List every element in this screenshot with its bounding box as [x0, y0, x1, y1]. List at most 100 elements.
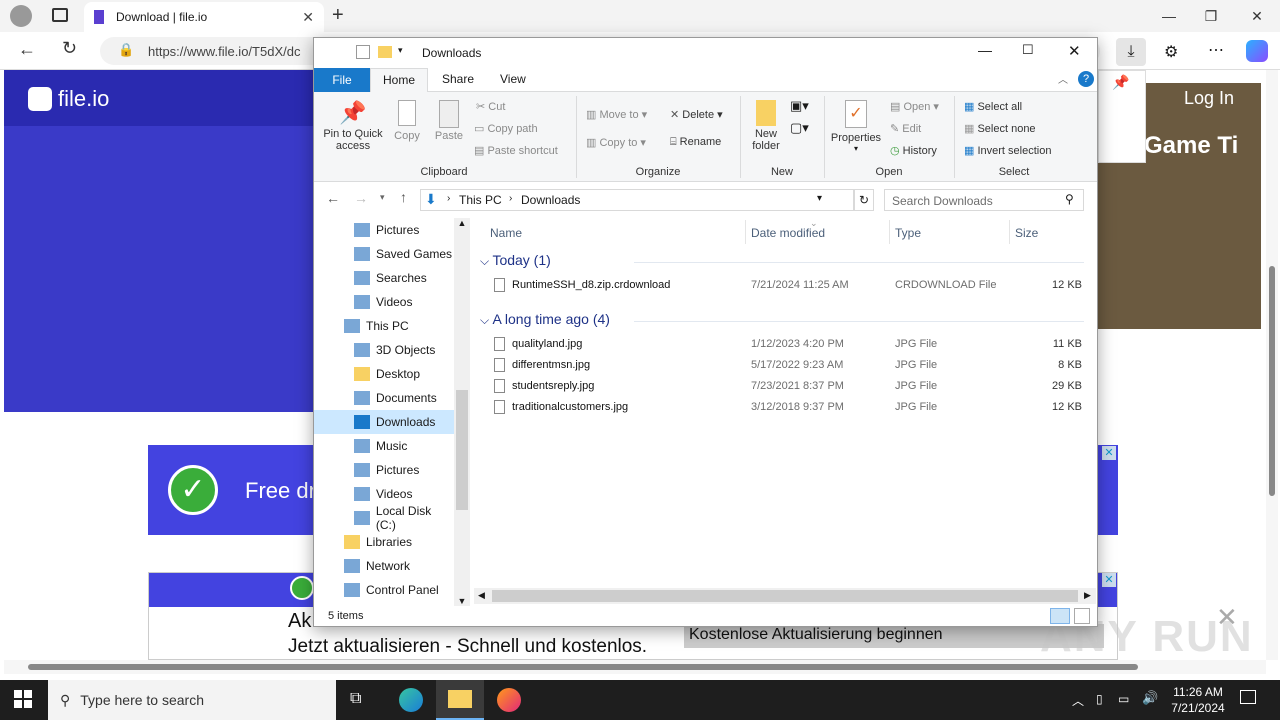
copy-path-button[interactable]: ▭ Copy path: [474, 122, 538, 135]
nav-back-icon[interactable]: ←: [326, 190, 340, 206]
copilot-icon[interactable]: [1246, 40, 1268, 62]
edit-button[interactable]: ✎ Edit: [890, 122, 921, 135]
file-explorer-taskbar-icon[interactable]: [436, 680, 484, 720]
easy-access-icon[interactable]: ▢▾: [790, 120, 809, 136]
nav-item[interactable]: Videos: [314, 482, 454, 506]
select-none-button[interactable]: ▦ Select none: [964, 122, 1036, 135]
breadcrumb-downloads[interactable]: Downloads: [521, 193, 580, 207]
search-box[interactable]: Search Downloads ⚲: [884, 189, 1084, 211]
move-to-button[interactable]: ▥ Move to ▾: [586, 108, 647, 121]
login-link[interactable]: Log In: [1184, 88, 1234, 109]
open-button[interactable]: ▤ Open ▾: [890, 100, 939, 113]
paste-button[interactable]: Paste: [430, 100, 468, 142]
copy-button[interactable]: Copy: [390, 100, 424, 142]
nav-item[interactable]: Searches: [314, 266, 454, 290]
group-header[interactable]: ⌵ Today (1): [480, 252, 551, 269]
paste-shortcut-button[interactable]: ▤ Paste shortcut: [474, 144, 558, 157]
new-tab-button[interactable]: +: [332, 4, 344, 27]
downloads-icon[interactable]: ⤓: [1116, 38, 1146, 66]
address-path-box[interactable]: ⬇ › This PC › Downloads ▾: [420, 189, 854, 211]
new-item-icon[interactable]: ▣▾: [790, 98, 809, 114]
tab-share[interactable]: Share: [442, 72, 474, 86]
page-vscroll[interactable]: [1266, 70, 1278, 660]
page-hscroll-thumb[interactable]: [28, 664, 1138, 670]
file-hscroll[interactable]: ◀ ▶: [474, 588, 1096, 604]
copy-to-button[interactable]: ▥ Copy to ▾: [586, 136, 646, 149]
rename-button[interactable]: ⌸ Rename: [670, 136, 721, 149]
volume-icon[interactable]: 🔊: [1142, 690, 1158, 706]
page-vscroll-thumb[interactable]: [1269, 266, 1275, 496]
hscroll-left-icon[interactable]: ◀: [478, 590, 485, 601]
extensions-icon[interactable]: ⚙: [1164, 42, 1178, 62]
path-dropdown-icon[interactable]: ▾: [817, 193, 822, 204]
ad-close-icon[interactable]: ✕: [1102, 446, 1116, 460]
site-logo[interactable]: file.io: [28, 86, 109, 112]
tab-view[interactable]: View: [500, 72, 526, 86]
nav-item[interactable]: 3D Objects: [314, 338, 454, 362]
nav-item[interactable]: Network: [314, 554, 454, 578]
hscroll-right-icon[interactable]: ▶: [1084, 590, 1091, 601]
refresh-icon[interactable]: ↻: [62, 38, 77, 59]
restore-button[interactable]: ❐: [1188, 0, 1234, 32]
nav-item[interactable]: Desktop: [314, 362, 454, 386]
edge-icon[interactable]: [399, 688, 423, 712]
nav-item[interactable]: Documents: [314, 386, 454, 410]
more-icon[interactable]: ⋯: [1208, 40, 1224, 60]
hscroll-thumb[interactable]: [492, 590, 1078, 602]
file-row[interactable]: differentmsn.jpg 5/17/2022 9:23 AM JPG Fil…: [474, 358, 1090, 378]
ad2-close-icon[interactable]: ✕: [1102, 573, 1116, 587]
column-size[interactable]: Size: [1015, 226, 1038, 240]
minimize-button[interactable]: —: [1146, 0, 1192, 32]
up-icon[interactable]: ↑: [400, 189, 407, 205]
large-icons-view-icon[interactable]: [1074, 608, 1090, 624]
nav-scrollbar[interactable]: ▲ ▼: [454, 218, 470, 606]
tray-device-icon[interactable]: ▯: [1096, 692, 1103, 706]
quick-access-properties-icon[interactable]: [356, 45, 370, 59]
nav-item[interactable]: Local Disk (C:): [314, 504, 454, 532]
page-hscroll[interactable]: [4, 660, 1266, 674]
new-folder-button[interactable]: New folder: [746, 100, 786, 152]
nav-item[interactable]: Downloads: [314, 410, 454, 434]
file-row[interactable]: studentsreply.jpg 7/23/2021 8:37 PM JPG Fi…: [474, 379, 1090, 399]
properties-button[interactable]: ✓ Properties ▾: [828, 100, 884, 153]
nav-item[interactable]: Pictures: [314, 458, 454, 482]
history-button[interactable]: ◷ History: [890, 144, 937, 157]
qa-dropdown-icon[interactable]: ▾: [398, 45, 403, 56]
column-type[interactable]: Type: [895, 226, 921, 240]
notifications-icon[interactable]: [1240, 690, 1256, 704]
nav-scroll-up-icon[interactable]: ▲: [454, 218, 470, 228]
details-view-icon[interactable]: [1050, 608, 1070, 624]
pin-icon[interactable]: 📌: [1112, 74, 1129, 91]
profile-icon[interactable]: [10, 5, 32, 27]
nav-item[interactable]: This PC: [314, 314, 454, 338]
task-view-icon[interactable]: ⧉: [350, 690, 361, 708]
file-row[interactable]: traditionalcustomers.jpg 3/12/2018 9:37 P…: [474, 400, 1090, 420]
chevron-down-icon[interactable]: ⌵: [480, 313, 492, 327]
nav-item[interactable]: Videos: [314, 290, 454, 314]
ribbon-collapse-icon[interactable]: ︿: [1058, 71, 1068, 86]
tab-home[interactable]: Home: [370, 68, 428, 93]
firefox-icon[interactable]: [497, 688, 521, 712]
explorer-close-button[interactable]: ✕: [1068, 42, 1081, 60]
breadcrumb-this-pc[interactable]: This PC: [459, 193, 502, 207]
delete-button[interactable]: ✕ Delete ▾: [670, 108, 723, 121]
ad2-x-icon[interactable]: ✕: [1216, 602, 1238, 633]
cut-button[interactable]: ✂ Cut: [476, 100, 505, 113]
properties-dropdown-icon[interactable]: ▾: [828, 144, 884, 153]
file-row[interactable]: qualityland.jpg 1/12/2023 4:20 PM JPG File…: [474, 337, 1090, 357]
start-icon[interactable]: [14, 690, 32, 708]
nav-item[interactable]: Libraries: [314, 530, 454, 554]
nav-item[interactable]: Control Panel: [314, 578, 454, 602]
nav-item[interactable]: Saved Games: [314, 242, 454, 266]
refresh-path-icon[interactable]: ↻: [854, 189, 874, 211]
new-folder-qa-icon[interactable]: [378, 46, 392, 58]
pin-quick-access-button[interactable]: 📌 Pin to Quick access: [318, 100, 388, 152]
explorer-minimize-button[interactable]: —: [978, 42, 992, 58]
chevron-down-icon[interactable]: ⌵: [480, 254, 492, 268]
column-name[interactable]: Name: [490, 226, 522, 240]
help-icon[interactable]: ?: [1078, 71, 1094, 87]
nav-item[interactable]: Music: [314, 434, 454, 458]
nav-item[interactable]: Pictures: [314, 218, 454, 242]
tab-actions-icon[interactable]: [52, 8, 68, 22]
tab-file[interactable]: File: [314, 68, 370, 92]
